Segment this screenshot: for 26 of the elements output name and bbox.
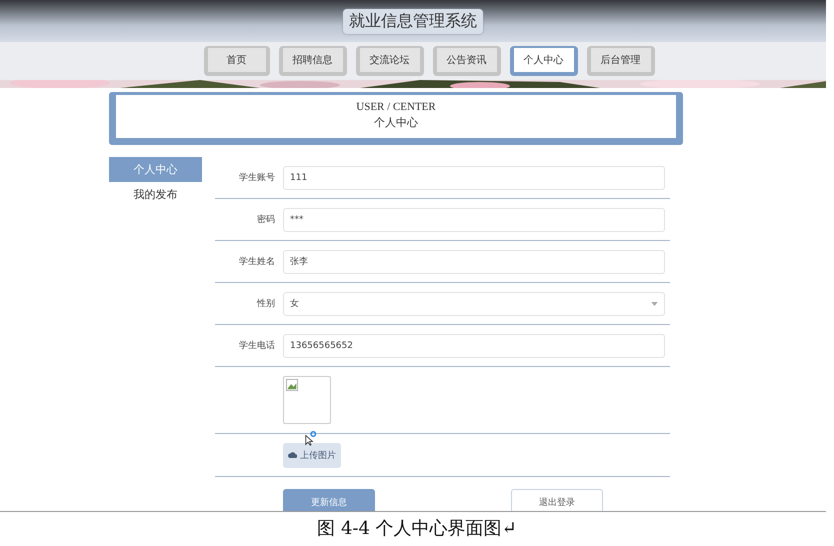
site-title: 就业信息管理系统 — [343, 8, 483, 34]
nav-tab[interactable]: 个人中心 — [510, 46, 578, 76]
nav-tab[interactable]: 交流论坛 — [356, 46, 424, 76]
heading-subtitle: 个人中心 — [373, 116, 419, 130]
heading-title: USER / CENTER — [355, 101, 437, 113]
field-label: 学生账号 — [239, 173, 275, 183]
input-field[interactable]: 13656565652 — [283, 334, 665, 358]
field-label: 密码 — [257, 215, 275, 225]
logout-button[interactable]: 退出登录 — [511, 489, 603, 511]
broken-image-icon — [286, 379, 298, 391]
select-field[interactable]: 女 — [283, 292, 665, 316]
nav-tab[interactable]: 公告资讯 — [432, 46, 500, 76]
input-field[interactable]: 张李 — [283, 250, 665, 274]
field-label: 学生姓名 — [239, 257, 275, 267]
nav-tab[interactable]: 后台管理 — [586, 46, 654, 76]
caret-icon — [651, 302, 658, 306]
nav-tab[interactable]: 首页 — [204, 46, 270, 76]
input-field[interactable]: *** — [283, 208, 665, 232]
field-label: 学生电话 — [239, 341, 275, 351]
figure-caption: 图 4-4 个人中心界面图↵ — [316, 517, 518, 540]
input-field[interactable]: 111 — [283, 166, 665, 190]
cursor-icon — [305, 430, 317, 446]
sidebar-item[interactable]: 我的发布 — [109, 182, 202, 207]
cloud-upload-icon — [288, 452, 297, 458]
nav-tab[interactable]: 招聘信息 — [278, 46, 346, 76]
field-label: 性别 — [257, 299, 275, 309]
